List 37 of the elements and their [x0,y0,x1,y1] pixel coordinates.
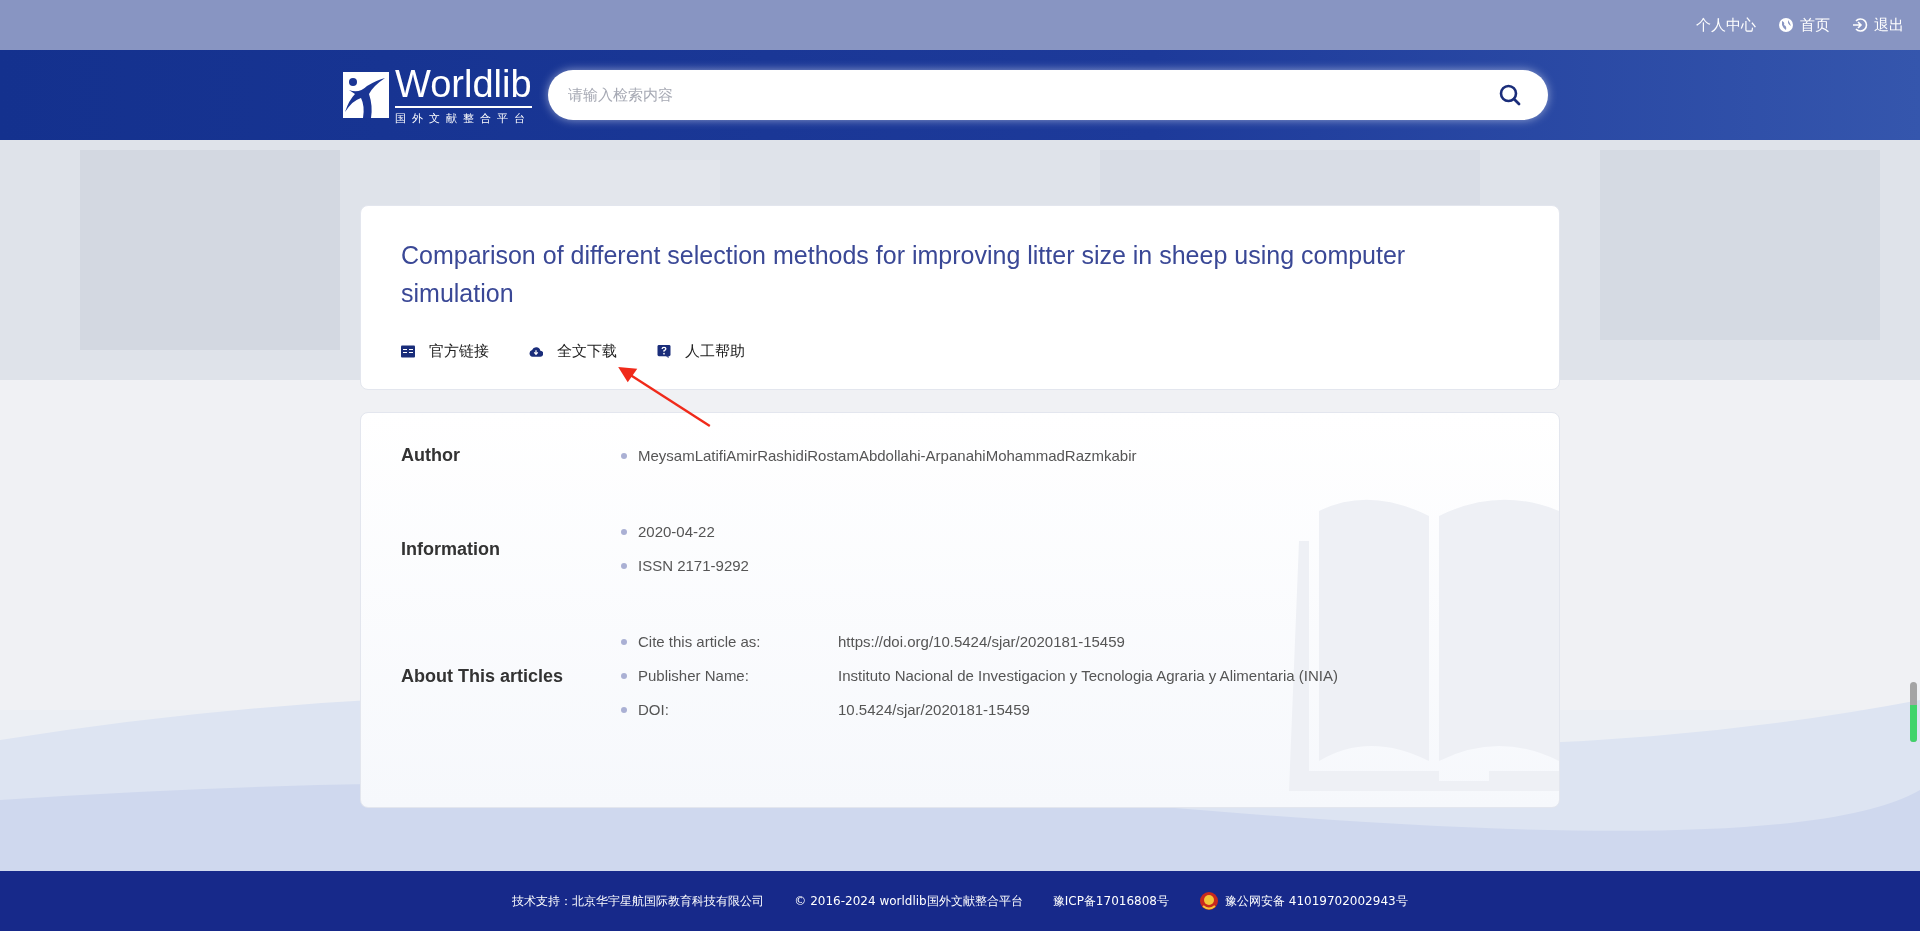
bullet-icon [621,563,627,569]
detail-key: DOI: [638,700,838,720]
globe-icon [1778,17,1794,33]
bullet-icon [621,529,627,535]
footer-text: © 2016-2024 worldlib国外文献整合平台 [794,892,1023,910]
detail-value: 10.5424/sjar/2020181-15459 [838,700,1030,720]
action-link[interactable]: 全文下载 [529,342,617,361]
action-link[interactable]: 官方链接 [401,342,489,361]
search-field[interactable]: 请输入检索内容 [547,70,1548,120]
scroll-indicator-icon [1910,682,1917,742]
search-icon[interactable] [1497,83,1522,107]
footer-text: 技术支持：北京华宇星航国际教育科技有限公司 [512,892,765,910]
bullet-icon [621,707,627,713]
detail-key: Publisher Name: [638,666,838,686]
article-title: Comparison of different selection methods for improving litter size in sheep using computer simulation [401,240,1407,309]
bullet-icon [621,639,627,645]
logo-subtitle: 国外文献整合平台 [395,111,532,126]
detail-value: https://doi.org/10.5424/sjar/2020181-15459 [838,632,1125,652]
detail-label: Information [401,538,501,560]
logout-icon [1852,17,1868,33]
detail-key: Cite this article as: [638,632,838,652]
action-link[interactable]: 人工帮助 [657,342,745,361]
detail-value: 2020-04-22 [638,522,715,542]
detail-value: Instituto Nacional de Investigacion y Tecnologia Agraria y Alimentaria (INIA) [838,666,1338,686]
footer-text: 豫公网安备 41019702002943号 [1224,892,1408,910]
detail-label: About This articles [401,665,565,687]
bullet-icon [621,673,627,679]
detail-label: Author [401,445,461,466]
logo-wordmark: Worldlib [395,64,532,108]
footer-text: 豫ICP备17016808号 [1052,892,1169,910]
detail-value: ISSN 2171-9292 [638,556,749,576]
detail-value: MeysamLatifiAmirRashidiRostamAbdollahi-ArpanahiMohammadRazmkabir [638,445,1137,466]
cloud-download-icon [529,345,543,358]
bullet-icon [621,452,627,459]
police-emblem-icon [1198,891,1219,911]
book-icon [401,345,415,358]
help-icon [657,345,671,358]
